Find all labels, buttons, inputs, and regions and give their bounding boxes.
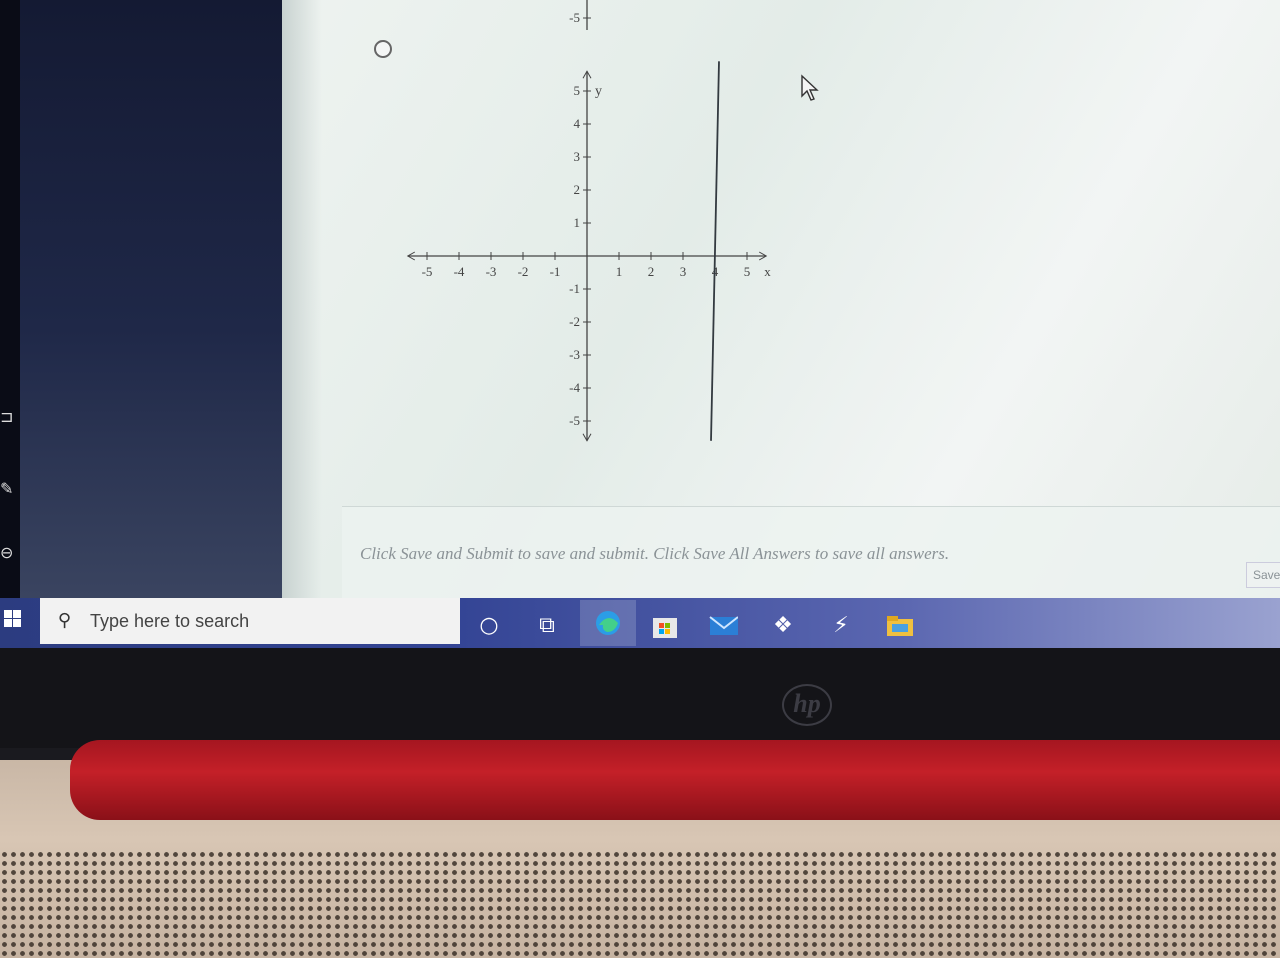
file-explorer-icon: [887, 616, 913, 636]
y-tick-label: 3: [574, 149, 581, 164]
search-input[interactable]: Type here to search: [90, 611, 249, 632]
content-shade: [282, 0, 322, 598]
x-tick-label: -1: [550, 264, 561, 279]
x-tick-label: 3: [680, 264, 687, 279]
y-tick-label: 5: [574, 83, 581, 98]
y-tick-label: 1: [574, 215, 581, 230]
previous-graph-tick-label: -5: [569, 10, 580, 25]
x-tick-label: -3: [486, 264, 497, 279]
left-panel: [0, 0, 282, 598]
store-icon: [653, 618, 677, 638]
save-instruction: Click Save and Submit to save and submit…: [360, 544, 950, 563]
windows-start-button[interactable]: [0, 598, 38, 644]
y-tick-label: -5: [569, 413, 580, 428]
y-tick-label: -2: [569, 314, 580, 329]
logout-icon[interactable]: ⊖: [0, 544, 18, 562]
task-view-icon[interactable]: ⧉: [532, 610, 562, 640]
mail-icon: [709, 616, 738, 635]
x-tick-label: 1: [616, 264, 623, 279]
store-button[interactable]: [650, 610, 680, 640]
x-tick-label: -4: [454, 264, 465, 279]
left-toolbar: ⊐ ✎ ⊖: [0, 0, 20, 598]
answer-option-radio[interactable]: [374, 40, 392, 58]
y-tick-label: -3: [569, 347, 580, 362]
plotted-vertical-line: [710, 61, 720, 441]
windows-start-icon: [4, 610, 21, 627]
x-tick-label: -5: [422, 264, 433, 279]
mouse-cursor-icon: [801, 74, 819, 101]
edge-button[interactable]: [580, 600, 636, 646]
bracket-icon[interactable]: ⊐: [0, 408, 18, 426]
screen: ⊐ ✎ ⊖ -5-4-3-2-11234554321-1-2-3-4-5xy-5…: [0, 0, 1280, 660]
edit-icon[interactable]: ✎: [0, 480, 18, 498]
y-tick-label: -1: [569, 281, 580, 296]
x-tick-label: -2: [518, 264, 529, 279]
save-button[interactable]: Save: [1246, 562, 1280, 588]
dropbox-icon[interactable]: ❖: [768, 610, 798, 640]
app-icon[interactable]: ⚡: [826, 610, 856, 640]
y-axis-label: y: [595, 84, 602, 99]
y-tick-label: -4: [569, 380, 580, 395]
search-icon: ⚲: [58, 610, 72, 631]
x-tick-label: 5: [744, 264, 751, 279]
coordinate-graph: -5-4-3-2-11234554321-1-2-3-4-5xy-5: [406, 0, 771, 442]
hp-logo: hp: [782, 684, 832, 726]
edge-icon: [596, 611, 620, 635]
speaker-grille: [0, 850, 1280, 958]
x-tick-label: 2: [648, 264, 655, 279]
laptop-hinge: [70, 740, 1280, 820]
laptop-bezel: [0, 648, 1280, 748]
x-axis-label: x: [764, 264, 771, 279]
mail-button[interactable]: [708, 610, 738, 640]
cortana-icon[interactable]: ○: [474, 610, 504, 640]
file-explorer-button[interactable]: [884, 610, 914, 640]
y-tick-label: 2: [574, 182, 581, 197]
y-tick-label: 4: [574, 116, 581, 131]
